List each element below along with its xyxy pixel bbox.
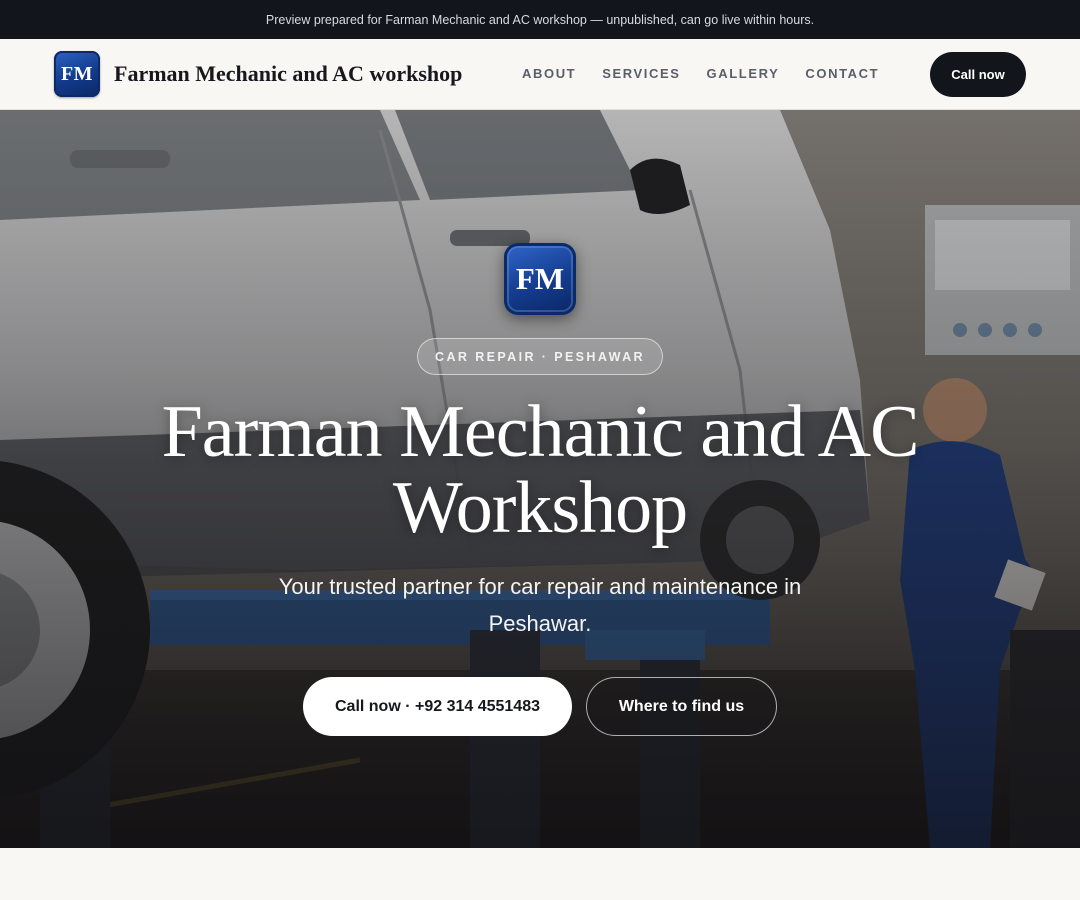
hero-call-button[interactable]: Call now · +92 314 4551483: [303, 677, 572, 736]
brand-logo[interactable]: FM: [54, 51, 100, 97]
nav-gallery[interactable]: GALLERY: [707, 66, 780, 81]
hero-title: Farman Mechanic and AC Workshop: [90, 394, 990, 546]
nav-contact[interactable]: CONTACT: [805, 66, 879, 81]
main-nav: ABOUT SERVICES GALLERY CONTACT: [522, 66, 879, 81]
hero-title-line-2: Workshop: [392, 467, 688, 549]
preview-banner-text: Preview prepared for Farman Mechanic and…: [265, 12, 815, 27]
nav-about[interactable]: ABOUT: [522, 66, 576, 81]
hero-title-line-1: Farman Mechanic and AC: [161, 391, 920, 473]
hero-location-button[interactable]: Where to find us: [586, 677, 777, 736]
hero-subtitle: Your trusted partner for car repair and …: [278, 574, 802, 636]
hero-section: FM CAR REPAIR · PESHAWAR Farman Mechanic…: [0, 110, 1080, 848]
next-section: [0, 848, 1080, 900]
brand-name[interactable]: Farman Mechanic and AC workshop: [114, 61, 462, 87]
preview-banner: Preview prepared for Farman Mechanic and…: [0, 0, 1080, 39]
brand-logo-text: FM: [60, 62, 94, 85]
nav-services[interactable]: SERVICES: [602, 66, 680, 81]
hero-category-badge: CAR REPAIR · PESHAWAR: [417, 338, 663, 375]
hero-logo: FM: [504, 243, 576, 315]
header-call-button[interactable]: Call now: [930, 52, 1026, 97]
hero-logo-text: FM: [515, 261, 565, 296]
site-header: FM Farman Mechanic and AC workshop ABOUT…: [0, 39, 1080, 110]
